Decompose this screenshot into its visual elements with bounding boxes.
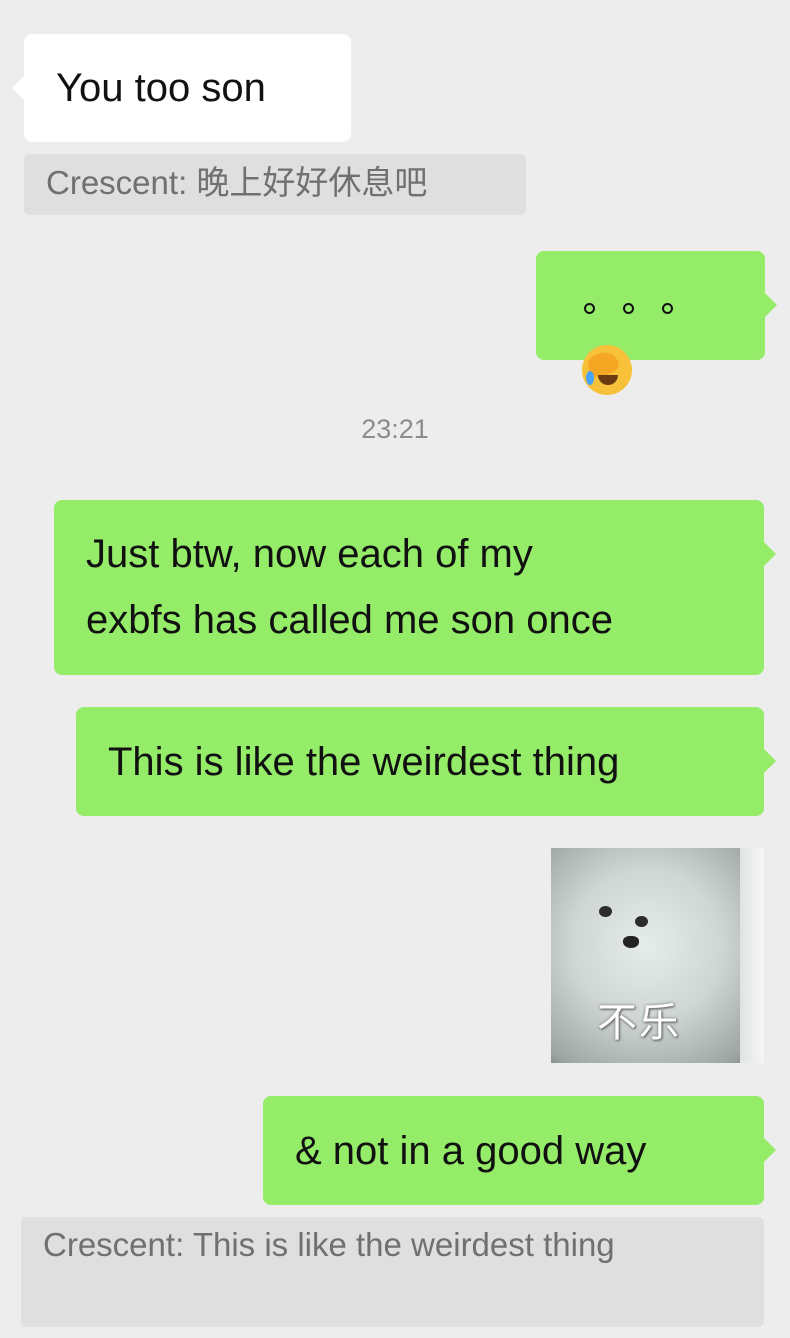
dog-nose — [623, 936, 639, 948]
incoming-message-bubble[interactable]: You too son — [12, 34, 351, 142]
message-text-line-1: Just btw, now each of my — [86, 532, 533, 576]
quoted-message[interactable]: Crescent: 晚上好好休息吧 — [24, 154, 526, 215]
sticker-caption: 不乐 — [597, 1000, 681, 1046]
message-text: This is like the weirdest thing — [108, 740, 620, 784]
message-text-line-2: exbfs has called me son once — [86, 598, 613, 642]
quote-separator: : — [178, 164, 188, 201]
outgoing-message-bubble[interactable]: This is like the weirdest thing — [76, 707, 776, 816]
message-text: & not in a good way — [295, 1129, 647, 1173]
outgoing-message-bubble[interactable] — [536, 251, 777, 396]
ellipsis-dots — [570, 284, 687, 328]
outgoing-message-bubble[interactable]: Just btw, now each of my exbfs has calle… — [54, 500, 776, 675]
message-text: You too son — [56, 66, 266, 110]
quote-separator: : — [175, 1226, 185, 1263]
dog-eye-left — [599, 906, 612, 917]
timestamp: 23:21 — [361, 414, 429, 444]
sticker-edge — [740, 848, 764, 1063]
quote-sender: Crescent — [43, 1226, 176, 1263]
sticker-image[interactable]: 不乐 — [551, 848, 764, 1063]
quoted-message[interactable]: Crescent: This is like the weirdest thin… — [21, 1217, 764, 1327]
face-palm-crying-icon — [582, 345, 632, 396]
quote-sender: Crescent — [46, 164, 179, 201]
quote-text: 晚上好好休息吧 — [196, 164, 428, 201]
outgoing-message-bubble[interactable]: & not in a good way — [263, 1096, 776, 1205]
quote-text: This is like the weirdest thing — [192, 1226, 615, 1263]
dog-eye-right — [635, 916, 648, 927]
